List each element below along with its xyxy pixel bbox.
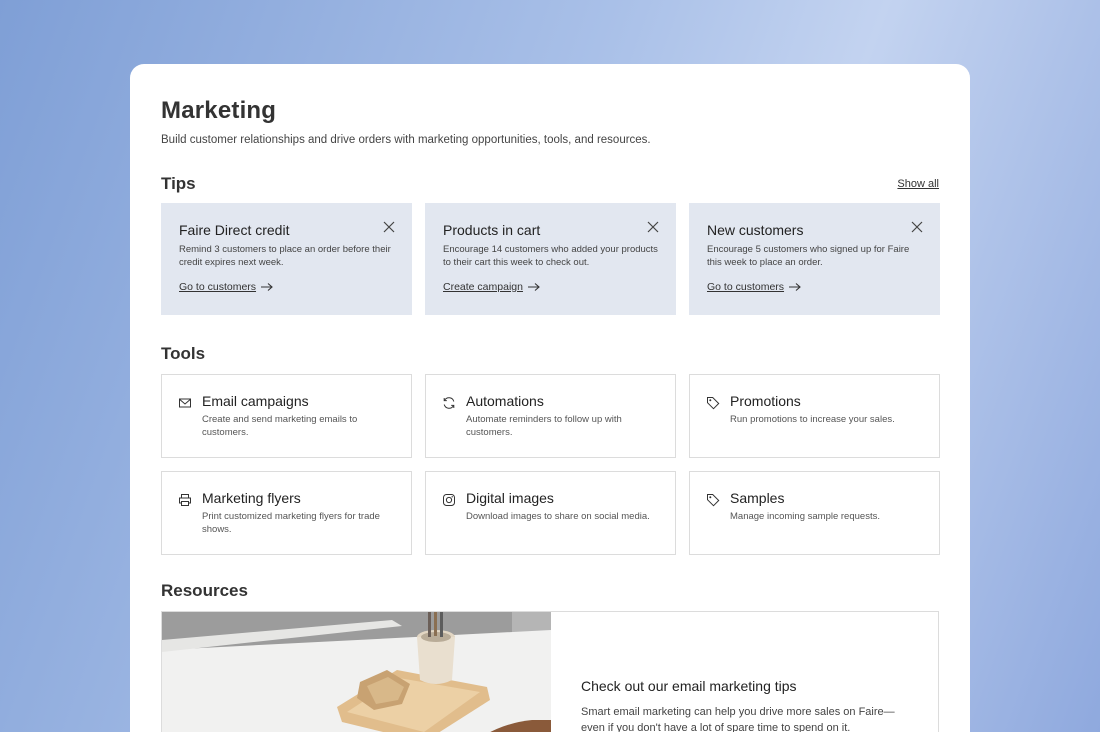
tool-marketing-flyers[interactable]: Marketing flyers Print customized market… [161,471,412,555]
close-icon[interactable] [382,220,396,234]
instagram-icon [443,494,455,506]
tip-card-new-customers: New customers Encourage 5 customers who … [689,203,940,315]
tips-heading: Tips [161,174,196,193]
tool-text: Run promotions to increase your sales. [730,414,895,425]
tool-automations[interactable]: Automations Automate reminders to follow… [425,374,676,458]
tool-digital-images[interactable]: Digital images Download images to share … [425,471,676,555]
marketing-card: Marketing Build customer relationships a… [130,64,970,732]
arrow-right-icon [261,283,273,291]
tip-text: Encourage 5 customers who signed up for … [707,244,910,268]
resources-heading: Resources [161,581,248,600]
tool-title: Digital images [466,490,554,506]
tip-link-label: Create campaign [443,281,523,293]
arrow-right-icon [527,283,540,291]
tool-text: Automate reminders to follow up with cus… [466,414,622,438]
tool-samples[interactable]: Samples Manage incoming sample requests. [689,471,940,555]
tips-list: Faire Direct credit Remind 3 customers t… [161,203,940,315]
arrow-right-icon [789,283,801,291]
show-all-link[interactable]: Show all [897,178,939,190]
create-campaign-link[interactable]: Create campaign [443,281,541,293]
resources-header: Resources [161,581,939,601]
page-subtitle: Build customer relationships and drive o… [161,134,651,146]
tip-title: Faire Direct credit [179,222,290,238]
resource-text: Smart email marketing can help you drive… [581,706,895,732]
resource-body: Check out our email marketing tips Smart… [551,612,938,732]
tip-text: Remind 3 customers to place an order bef… [179,244,391,268]
resource-title: Check out our email marketing tips [581,678,797,694]
tag-icon [707,494,720,507]
tool-title: Automations [466,393,544,409]
tool-title: Marketing flyers [202,490,301,506]
close-icon[interactable] [646,220,660,234]
tip-link-label: Go to customers [707,281,785,293]
tool-promotions[interactable]: Promotions Run promotions to increase yo… [689,374,940,458]
tip-title: New customers [707,222,804,238]
tool-text: Print customized marketing flyers for tr… [202,511,380,535]
go-to-customers-link[interactable]: Go to customers [179,281,274,293]
tag-icon [707,397,720,410]
close-icon[interactable] [910,220,924,234]
tip-card-faire-direct-credit: Faire Direct credit Remind 3 customers t… [161,203,412,315]
tip-title: Products in cart [443,222,541,238]
tool-text: Manage incoming sample requests. [730,511,880,522]
tool-email-campaigns[interactable]: Email campaigns Create and send marketin… [161,374,412,458]
tool-text: Create and send marketing emails to cust… [202,414,358,438]
tool-title: Promotions [730,393,801,409]
tool-text: Download images to share on social media… [466,511,650,522]
go-to-customers-link[interactable]: Go to customers [707,281,802,293]
resource-image [162,612,551,732]
tips-header: Tips Show all [161,174,939,194]
tip-text: Encourage 14 customers who added your pr… [443,244,658,268]
tip-card-products-in-cart: Products in cart Encourage 14 customers … [425,203,676,315]
tool-title: Email campaigns [202,393,309,409]
tool-title: Samples [730,490,785,506]
tools-grid: Email campaigns Create and send marketin… [161,374,940,555]
printer-icon [179,494,191,506]
resource-card-email-tips[interactable]: Check out our email marketing tips Smart… [161,611,939,732]
tools-heading: Tools [161,344,206,363]
refresh-icon [443,397,455,409]
page-title: Marketing [161,97,277,124]
tip-link-label: Go to customers [179,281,257,293]
mail-icon [179,398,191,408]
tools-header: Tools [161,344,939,364]
